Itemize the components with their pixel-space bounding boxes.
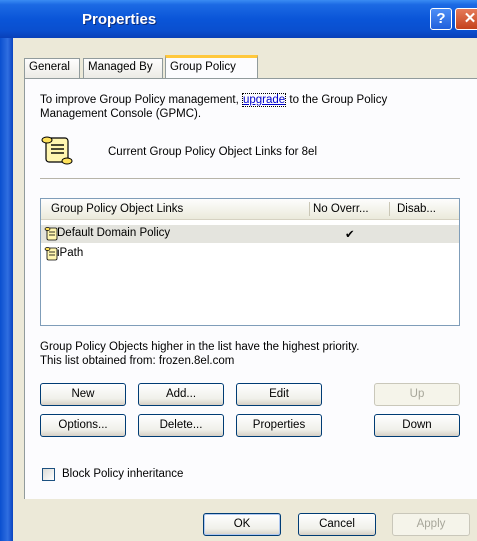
block-inheritance-label: Block Policy inheritance [62, 468, 184, 480]
priority-text: Group Policy Objects higher in the list … [40, 341, 360, 353]
ok-button[interactable]: OK [203, 513, 281, 536]
window-border [0, 38, 13, 541]
no-override-checkmark: ✔ [345, 229, 355, 241]
properties-dialog: Properties ? ✕ General Managed By Group … [0, 0, 477, 541]
down-button[interactable]: Down [374, 414, 460, 437]
gpmc-info-line1-pre: To improve Group Policy management, [40, 94, 242, 106]
edit-button[interactable]: Edit [236, 383, 322, 406]
priority-note: Group Policy Objects higher in the list … [40, 340, 359, 368]
obtained-from-text: This list obtained from: frozen.8el.com [40, 355, 235, 367]
gpmc-info-line2: Management Console (GPMC). [40, 108, 202, 120]
delete-button[interactable]: Delete... [138, 414, 224, 437]
column-divider [309, 202, 310, 216]
new-button[interactable]: New [40, 383, 126, 406]
list-item-ipath[interactable]: iPath [41, 245, 459, 263]
title-bar[interactable]: Properties ? ✕ [0, 0, 477, 38]
properties-button[interactable]: Properties [236, 414, 322, 437]
column-header-disabled[interactable]: Disab... [397, 203, 436, 215]
list-item-default-domain-policy[interactable]: Default Domain Policy ✔ [41, 225, 459, 243]
gpo-name: iPath [57, 247, 84, 259]
tab-general[interactable]: General [24, 58, 80, 78]
tab-group-policy[interactable]: Group Policy [165, 55, 258, 80]
gpo-name: Default Domain Policy [57, 227, 171, 239]
window-title: Properties [82, 11, 157, 28]
close-button[interactable]: ✕ [455, 8, 477, 30]
column-header-no-override[interactable]: No Overr... [313, 203, 369, 215]
options-button[interactable]: Options... [40, 414, 126, 437]
scroll-policy-icon [41, 136, 73, 165]
gpo-links-list[interactable]: Group Policy Object Links No Overr... Di… [40, 198, 460, 326]
column-divider [389, 202, 390, 216]
tab-managed-by[interactable]: Managed By [83, 58, 163, 78]
cancel-button[interactable]: Cancel [298, 513, 376, 536]
gpmc-info-line1-post: to the Group Policy [286, 94, 388, 106]
help-button[interactable]: ? [430, 8, 452, 30]
divider [40, 178, 460, 179]
current-links-label: Current Group Policy Object Links for 8e… [108, 146, 318, 158]
block-inheritance-checkbox[interactable] [42, 468, 55, 481]
gpmc-info-text: To improve Group Policy management, upgr… [40, 93, 460, 121]
add-button[interactable]: Add... [138, 383, 224, 406]
list-header: Group Policy Object Links No Overr... Di… [41, 199, 459, 220]
apply-button[interactable]: Apply [392, 513, 470, 536]
upgrade-link[interactable]: upgrade [241, 93, 287, 107]
column-header-gpo-links[interactable]: Group Policy Object Links [51, 203, 183, 215]
up-button[interactable]: Up [374, 383, 460, 406]
